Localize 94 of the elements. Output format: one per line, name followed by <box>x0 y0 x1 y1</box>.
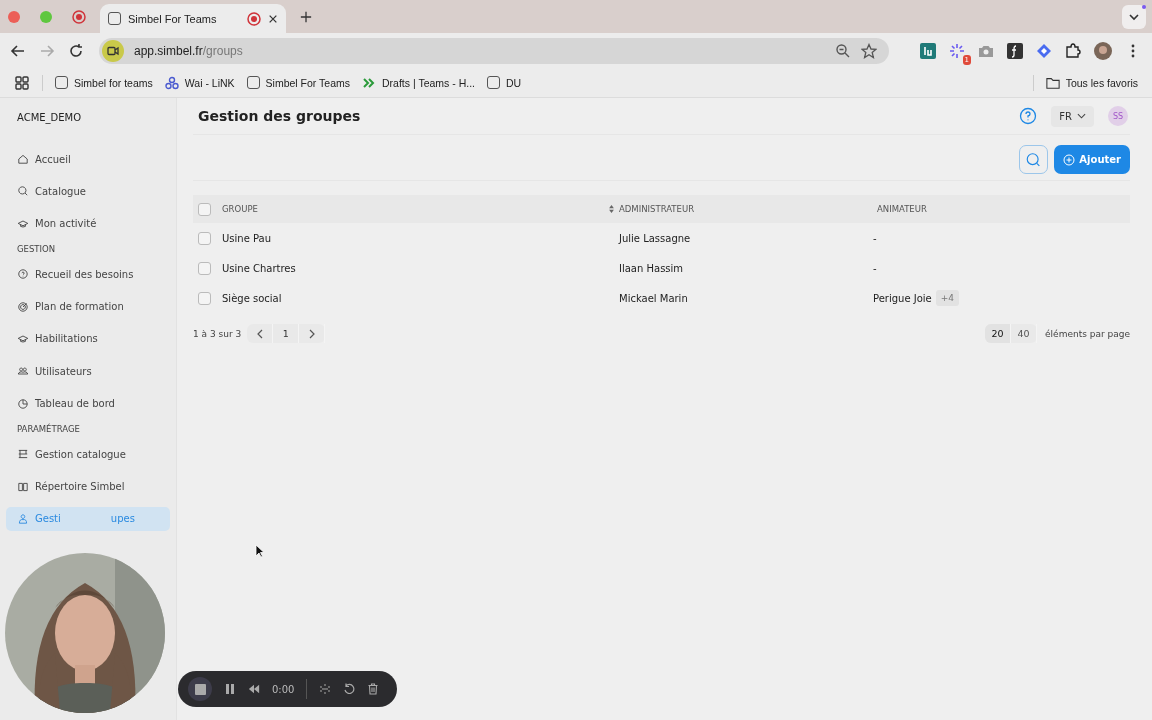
reload-icon[interactable] <box>68 42 84 59</box>
trash-icon[interactable] <box>367 683 380 695</box>
table-cell: - <box>873 232 877 244</box>
row-checkbox[interactable] <box>198 291 211 305</box>
nav-item[interactable]: Habilitations <box>6 326 170 351</box>
pie-chart-icon <box>17 397 29 410</box>
site-icon <box>246 76 260 89</box>
nav-item[interactable]: Recueil des besoins <box>6 262 170 287</box>
column-header: ANIMATEUR <box>877 204 927 214</box>
folder-icon <box>1045 75 1060 90</box>
record-icon <box>72 9 86 24</box>
address-bar[interactable]: app.simbel.fr/groups <box>99 37 889 64</box>
nav-item[interactable]: Mon activité <box>6 211 170 236</box>
table-cell: Siège social <box>222 292 282 304</box>
page-title: Gestion des groupes <box>198 108 361 124</box>
stop-button[interactable] <box>188 677 212 701</box>
count-badge: +4 <box>935 290 959 306</box>
column-header: ADMINISTRATEUR <box>619 204 695 214</box>
bookmark[interactable]: Simbel for teams <box>55 76 153 89</box>
chevron-down-icon[interactable] <box>1122 4 1146 29</box>
camera-icon <box>102 39 124 62</box>
mouse-cursor-icon <box>255 544 265 558</box>
function-icon[interactable] <box>1007 42 1023 59</box>
page-size-button[interactable]: 40 <box>1011 324 1038 343</box>
result-range: 1 à 3 sur 3 <box>193 328 242 339</box>
grid-icon[interactable] <box>319 683 332 695</box>
apps-icon[interactable] <box>14 74 30 91</box>
chevrons-icon <box>362 75 376 90</box>
bookmark[interactable]: Wai - LiNK <box>164 75 235 90</box>
users-icon <box>17 365 29 378</box>
table-cell: - <box>873 262 877 274</box>
rewind-icon[interactable] <box>248 683 260 695</box>
nav-item[interactable]: Plan de formation <box>6 294 170 319</box>
search-button[interactable] <box>1019 145 1049 174</box>
nav-item[interactable]: Catalogue <box>6 179 170 204</box>
section-heading: GESTION <box>16 244 57 255</box>
search-icon <box>17 185 29 198</box>
table-cell: Julie Lassagne <box>619 232 691 244</box>
bookmark[interactable]: Simbel For Teams <box>246 76 350 89</box>
sort-icon[interactable] <box>609 205 614 213</box>
book-icon <box>17 480 29 493</box>
chevron-down-icon <box>1077 113 1086 119</box>
table-cell: Perigue Joie <box>873 292 932 304</box>
pause-icon[interactable] <box>224 683 236 695</box>
bookmark[interactable]: Drafts | Teams - H... <box>362 75 475 90</box>
page-size-button[interactable]: 20 <box>985 324 1012 343</box>
circles-icon <box>164 75 179 90</box>
site-icon <box>55 76 68 89</box>
row-checkbox[interactable] <box>198 231 211 245</box>
nav-item[interactable]: Répertoire Simbel <box>6 474 170 499</box>
table-cell: Ilaan Hassim <box>619 262 684 274</box>
table-cell: Mickael Marin <box>619 292 688 304</box>
nav-item[interactable]: Accueil <box>6 147 170 171</box>
add-button[interactable]: Ajouter <box>1054 145 1130 174</box>
nav-item[interactable]: Gestion catalogue <box>6 442 170 467</box>
extension-icon[interactable] <box>920 42 936 59</box>
star-icon[interactable] <box>861 42 877 59</box>
language-select[interactable]: FR <box>1051 105 1094 127</box>
browser-tab[interactable]: Simbel For Teams <box>100 4 286 33</box>
target-icon <box>17 300 29 313</box>
column-header: GROUPE <box>222 204 258 214</box>
profile-avatar[interactable] <box>1094 41 1112 60</box>
search-icon <box>1026 150 1042 169</box>
user-icon <box>17 512 29 525</box>
list-icon <box>17 448 29 461</box>
site-icon <box>108 12 121 25</box>
chevron-left-icon <box>256 328 263 339</box>
home-icon <box>17 153 29 165</box>
select-all-checkbox[interactable] <box>198 202 211 216</box>
nav-item[interactable]: Tableau de bord <box>6 391 170 416</box>
organization-name: ACME_DEMO <box>16 112 83 123</box>
sparkle-icon[interactable] <box>949 42 965 59</box>
question-icon <box>17 268 29 281</box>
page-size-label: éléments par page <box>1045 328 1130 339</box>
chevron-right-icon <box>308 328 315 339</box>
close-icon[interactable] <box>268 13 278 24</box>
row-checkbox[interactable] <box>198 261 211 275</box>
nav-item[interactable]: Utilisateurs <box>6 359 170 384</box>
section-heading: PARAMÉTRAGE <box>16 424 81 435</box>
restart-icon[interactable] <box>343 683 356 695</box>
back-icon[interactable] <box>10 42 26 59</box>
zoom-out-icon[interactable] <box>835 42 851 59</box>
plus-circle-icon <box>1063 153 1076 166</box>
site-icon <box>486 76 500 89</box>
all-bookmarks-folder[interactable]: Tous les favoris <box>1045 75 1138 90</box>
table-cell: Usine Pau <box>222 232 272 244</box>
bookmark[interactable]: DU <box>486 76 522 89</box>
tab-title: Simbel For Teams <box>128 12 218 25</box>
diamond-icon[interactable] <box>1036 42 1052 59</box>
recording-time: 0:00 <box>272 683 295 695</box>
puzzle-icon[interactable] <box>1065 42 1081 59</box>
table-cell: Usine Chartres <box>222 262 296 274</box>
help-icon[interactable] <box>1019 107 1038 125</box>
new-tab-icon[interactable] <box>300 9 312 24</box>
